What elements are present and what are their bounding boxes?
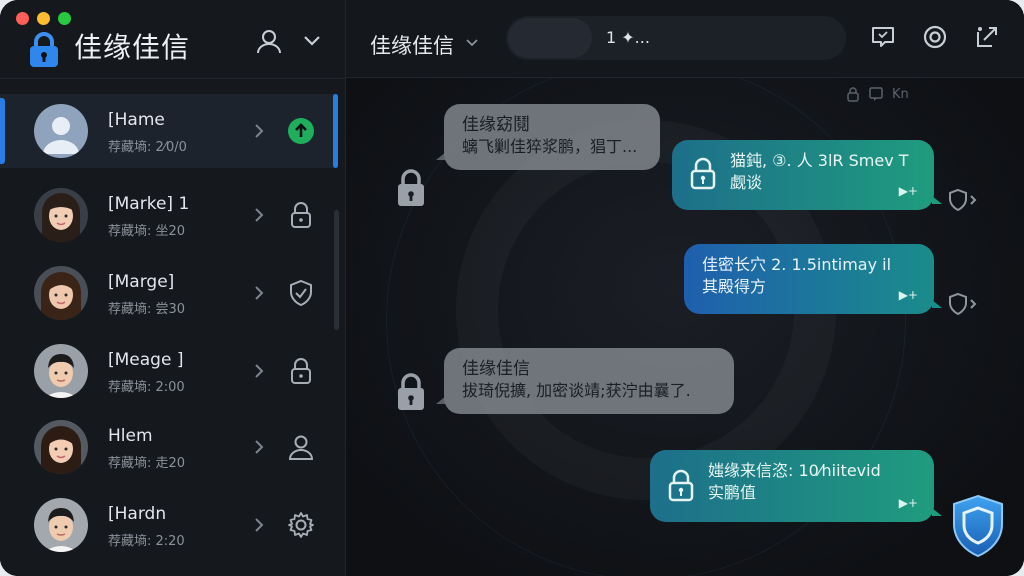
minimize-window-button[interactable] [37, 12, 50, 25]
contact-name: Hlem [108, 426, 153, 446]
contact-name: [Hardn [108, 504, 167, 524]
sidebar: 佳缘佳信 [Hame 荐藏墒: 2⁄0/0 [Marke] 1 荐藏墒: 坐20… [0, 0, 346, 576]
message-icon [869, 87, 883, 101]
message-text: 实鹏值 [708, 483, 757, 502]
lock-icon [291, 202, 311, 228]
chevron-down-icon[interactable] [302, 30, 322, 50]
sidebar-divider [0, 78, 346, 79]
window-controls [16, 12, 71, 25]
message-meta: ▶+ [898, 496, 918, 510]
message-text: 拔琦倪擴, 加密谈靖;获泞由曩了. [462, 381, 691, 400]
avatar [34, 344, 88, 398]
avatar [34, 420, 88, 474]
gear-icon [288, 512, 314, 538]
chevron-right-icon [255, 124, 264, 138]
message-icon[interactable] [870, 24, 896, 50]
message-bubble[interactable]: 佳缘佳信 拔琦倪擴, 加密谈靖;获泞由曩了. [436, 348, 734, 414]
message-text: 螭飞剿佳猝浆鹏，猖丁... [462, 137, 638, 156]
message-text: 觑谈 [730, 173, 763, 192]
contact-item[interactable]: Hlem 荐藏墒: 走20 [0, 410, 338, 484]
contact-subtitle: 荐藏墒: 走20 [108, 456, 186, 471]
contact-name: [Hame [108, 110, 165, 130]
message-bubble[interactable]: 佳密长穴 2. 1.5intimay il 其殿得方 ▶+ [684, 244, 942, 314]
chevron-down-icon[interactable] [464, 34, 480, 50]
lock-icon [847, 87, 859, 102]
share-icon[interactable] [974, 24, 1000, 50]
active-indicator-right [333, 94, 338, 168]
bubble-tail [436, 152, 446, 160]
message-bubble[interactable]: 猫鈍, ③. 人 3lR Smev T 觑谈 ▶+ [672, 140, 942, 210]
lock-icon [690, 157, 716, 190]
contact-subtitle: 荐藏墒: 2:20 [108, 534, 185, 549]
close-window-button[interactable] [16, 12, 29, 25]
message-bubble[interactable]: 媸缘来信恣: 10⁄hiitevid 实鹏值 ▶+ [650, 450, 942, 522]
contact-subtitle: 荐藏墒: 尝30 [108, 302, 186, 317]
lock-icon [30, 32, 58, 67]
chat-title[interactable]: 佳缘佳信 [370, 30, 454, 60]
contact-name: [Marge] [108, 272, 175, 292]
lock-icon [398, 373, 424, 410]
chevron-right-icon [255, 286, 264, 300]
app-window: 佳缘佳信 [Hame 荐藏墒: 2⁄0/0 [Marke] 1 荐藏墒: 坐20… [0, 0, 1024, 576]
avatar [34, 498, 88, 552]
status-text: Kn [892, 86, 909, 102]
contact-item[interactable]: [Marke] 1 荐藏墒: 坐20 [0, 178, 338, 252]
avatar [34, 266, 88, 320]
contact-name: [Marke] 1 [108, 194, 190, 214]
lock-icon [398, 169, 424, 206]
contact-subtitle: 荐藏墒: 2:00 [108, 380, 185, 395]
search-toggle[interactable] [508, 18, 592, 58]
chevron-right-icon [255, 518, 264, 532]
message-text: 其殿得方 [702, 277, 767, 296]
contact-subtitle: 荐藏墒: 2⁄0/0 [108, 140, 187, 155]
contact-item[interactable]: [Hame 荐藏墒: 2⁄0/0 [0, 94, 338, 168]
lock-icon [291, 358, 311, 384]
arrow-up-circle-icon [288, 118, 314, 144]
chevron-right-icon [255, 440, 264, 454]
message-text: 媸缘来信恣: 10⁄hiitevid [708, 461, 881, 480]
message-text: 佳密长穴 2. 1.5intimay il [702, 255, 892, 274]
bubble-tail [436, 396, 446, 404]
user-icon[interactable] [256, 28, 282, 54]
bubble-tail [932, 508, 942, 516]
shield-chevron-icon[interactable] [948, 188, 978, 212]
message-title: 佳缘窈鬩 [462, 115, 530, 135]
contact-item[interactable]: [Marge] 荐藏墒: 尝30 [0, 256, 338, 330]
message-meta: ▶+ [898, 288, 918, 302]
chat-panel: 佳缘佳信 1 ✦... Kn 佳缘窈鬩 螭飞剿佳猝浆鹏，猖丁... 猫鈍, ③.… [346, 0, 1024, 576]
bubble-tail [932, 196, 942, 204]
user-icon [288, 435, 314, 460]
shield-icon[interactable] [950, 494, 1006, 558]
chat-header: 佳缘佳信 1 ✦... [346, 0, 1024, 78]
active-indicator [0, 98, 5, 164]
shield-check-icon [290, 279, 312, 307]
bubble-tail [932, 300, 942, 308]
chevron-right-icon [255, 364, 264, 378]
avatar [34, 188, 88, 242]
message-meta: ▶+ [898, 184, 918, 198]
contact-item[interactable]: [Meage ] 荐藏墒: 2:00 [0, 334, 338, 408]
app-title: 佳缘佳信 [74, 31, 191, 64]
chevron-right-icon [255, 208, 264, 222]
lock-icon [668, 469, 694, 502]
contact-subtitle: 荐藏墒: 坐20 [108, 224, 186, 239]
search-input[interactable]: 1 ✦... [506, 16, 846, 60]
contact-name: [Meage ] [108, 350, 184, 370]
avatar [34, 104, 88, 158]
encryption-status-row: Kn [846, 86, 909, 102]
message-text: 猫鈍, ③. 人 3lR Smev T [730, 151, 909, 170]
search-text: 1 ✦... [606, 28, 650, 47]
message-title: 佳缘佳信 [462, 359, 530, 379]
message-bubble[interactable]: 佳缘窈鬩 螭飞剿佳猝浆鹏，猖丁... [436, 104, 660, 170]
maximize-window-button[interactable] [58, 12, 71, 25]
shield-chevron-icon[interactable] [948, 292, 978, 316]
target-icon[interactable] [922, 24, 948, 50]
contact-item[interactable]: [Hardn 荐藏墒: 2:20 [0, 488, 338, 562]
